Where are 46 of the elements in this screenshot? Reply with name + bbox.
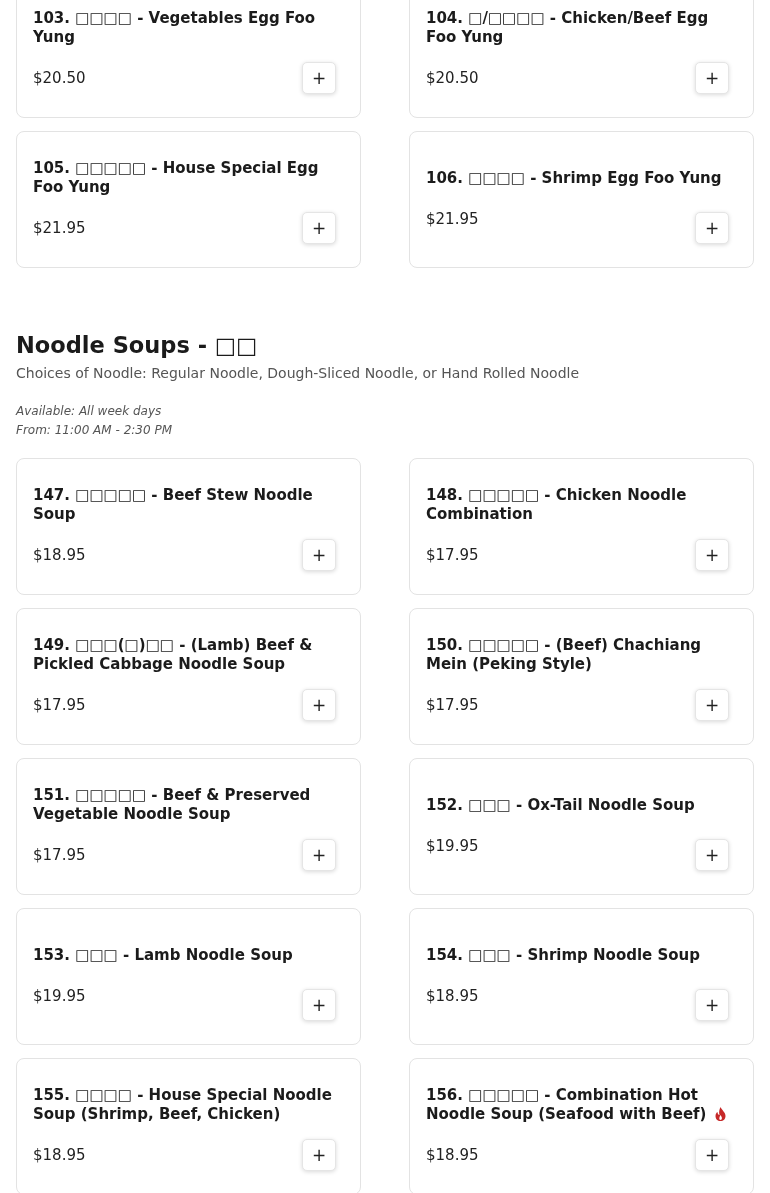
- item-title: 153. □□□ - Lamb Noodle Soup: [33, 945, 294, 965]
- add-button[interactable]: +: [695, 839, 729, 871]
- item-price: $20.50: [33, 68, 86, 90]
- item-title: 147. □□□□□ - Beef Stew Noodle Soup: [33, 486, 314, 525]
- item-price: $18.95: [33, 1145, 86, 1167]
- item-title: 151. □□□□□ - Beef & Preserved Vegetable Noodle Soup: [33, 786, 312, 825]
- add-button[interactable]: +: [302, 62, 336, 94]
- item-price: $19.95: [426, 835, 479, 857]
- item-price: $21.95: [426, 208, 479, 230]
- item-price: $18.95: [426, 1145, 479, 1167]
- item-price: $17.95: [426, 695, 479, 717]
- add-button[interactable]: +: [302, 989, 336, 1021]
- add-button[interactable]: +: [302, 1139, 336, 1171]
- add-button[interactable]: +: [695, 689, 729, 721]
- item-price: $19.95: [33, 985, 86, 1007]
- add-button[interactable]: +: [695, 1139, 729, 1171]
- section-description: Choices of Noodle: Regular Noodle, Dough-Sliced Noodle, or Hand Rolled Noodle: [16, 364, 580, 383]
- item-title: 103. □□□□ - Vegetables Egg Foo Yung: [33, 9, 317, 48]
- item-price: $17.95: [33, 845, 86, 867]
- item-title: 154. □□□ - Shrimp Noodle Soup: [426, 945, 701, 965]
- add-button[interactable]: +: [695, 539, 729, 571]
- item-price: $21.95: [33, 218, 86, 240]
- add-button[interactable]: +: [302, 689, 336, 721]
- item-price: $18.95: [33, 545, 86, 567]
- item-title: 150. □□□□□ - (Beef) Chachiang Mein (Peking Style): [426, 636, 703, 675]
- item-title: 106. □□□□ - Shrimp Egg Foo Yung: [426, 168, 723, 188]
- item-price: $20.50: [426, 68, 479, 90]
- item-title: 149. □□□(□)□□ - (Lamb) Beef & Pickled Cabbage Noodle Soup: [33, 636, 314, 675]
- add-button[interactable]: +: [302, 212, 336, 244]
- add-button[interactable]: +: [695, 212, 729, 244]
- item-title: 156. □□□□□ - Combination Hot Noodle Soup (Seafood with Beef): [426, 1086, 707, 1124]
- add-button[interactable]: +: [302, 539, 336, 571]
- availability-text: From: 11:00 AM - 2:30 PM: [16, 422, 173, 439]
- item-title: 105. □□□□□ - House Special Egg Foo Yung: [33, 159, 320, 198]
- section-title: Noodle Soups - □□: [16, 331, 259, 360]
- item-price: $17.95: [33, 695, 86, 717]
- item-price: $17.95: [426, 545, 479, 567]
- add-button[interactable]: +: [695, 62, 729, 94]
- item-price: $18.95: [426, 985, 479, 1007]
- item-title: 148. □□□□□ - Chicken Noodle Combination: [426, 486, 688, 525]
- add-button[interactable]: +: [302, 839, 336, 871]
- item-title: 104. □/□□□□ - Chicken/Beef Egg Foo Yung: [426, 9, 710, 48]
- item-title: 155. □□□□ - House Special Noodle Soup (Shrimp, Beef, Chicken): [33, 1086, 333, 1125]
- add-button[interactable]: +: [695, 989, 729, 1021]
- availability-text: Available: All week days: [16, 403, 163, 420]
- item-title: 152. □□□ - Ox-Tail Noodle Soup: [426, 795, 696, 815]
